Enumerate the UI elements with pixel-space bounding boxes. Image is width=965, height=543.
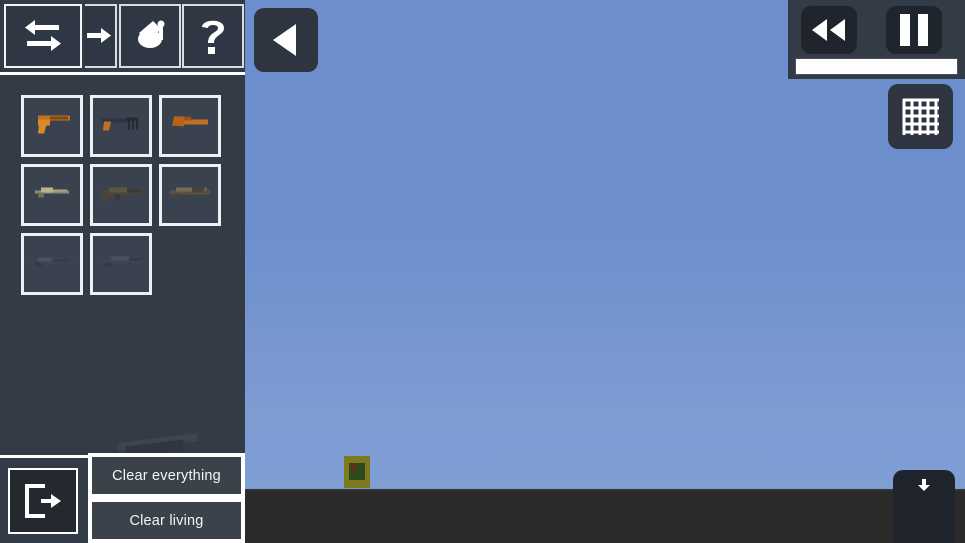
item-grid (21, 95, 236, 295)
item-slot-sawed-off[interactable] (159, 95, 221, 157)
clear-living-button[interactable]: Clear living (92, 502, 241, 539)
playback-panel (788, 0, 965, 79)
item-slot-compact-rifle[interactable] (21, 164, 83, 226)
collapse-panel-button[interactable] (254, 8, 318, 72)
save-panel-button[interactable] (893, 470, 955, 543)
pause-button[interactable] (886, 6, 942, 54)
swap-arrows-icon (21, 19, 65, 53)
item-slot-smg[interactable] (90, 95, 152, 157)
question-mark-icon (198, 16, 228, 56)
toolbar-slot-swap[interactable] (4, 4, 82, 68)
pause-bar-left (900, 14, 910, 46)
grid-icon (900, 96, 942, 138)
pause-bar-right (918, 14, 928, 46)
game-screen: Clear everything Clear living (0, 0, 965, 543)
spawn-sidebar: Clear everything Clear living (0, 0, 245, 543)
pause-icon (896, 14, 932, 46)
assault-rifle-icon (97, 181, 145, 210)
rewind-icon (809, 16, 849, 44)
item-slot-pistol[interactable] (21, 95, 83, 157)
machine-gun-icon (97, 252, 145, 277)
download-icon (917, 478, 931, 543)
crate-detail (351, 465, 356, 470)
item-slot-machine-gun[interactable] (90, 233, 152, 295)
toolbar-slot-help[interactable] (182, 4, 244, 68)
sidebar-toolbar (0, 0, 245, 72)
compact-rifle-icon (29, 182, 75, 209)
paint-bucket-icon (131, 17, 169, 55)
triangle-left-icon (269, 21, 303, 59)
crate-entity[interactable] (340, 456, 374, 488)
toolbar-slot-paint[interactable] (119, 4, 181, 68)
arrow-right-icon (87, 23, 113, 49)
grid-toggle-button[interactable] (888, 84, 953, 149)
pistol-icon (30, 110, 74, 143)
item-slot-sniper-rifle[interactable] (21, 233, 83, 295)
rewind-button[interactable] (801, 6, 857, 54)
battle-rifle-icon (166, 182, 214, 209)
timeline-fill (796, 59, 957, 74)
clear-everything-button[interactable]: Clear everything (92, 457, 241, 494)
item-slot-battle-rifle[interactable] (159, 164, 221, 226)
exit-icon (21, 480, 65, 522)
smg-icon (98, 110, 144, 143)
toolbar-slot-move[interactable] (85, 4, 117, 68)
toolbar-divider (0, 72, 245, 75)
sawed-off-icon (168, 111, 212, 142)
sniper-rifle-icon (28, 252, 76, 277)
exit-button[interactable] (8, 468, 78, 534)
item-slot-assault-rifle[interactable] (90, 164, 152, 226)
clear-buttons-group: Clear everything Clear living (88, 453, 245, 543)
timeline-scrubber[interactable] (795, 58, 958, 75)
